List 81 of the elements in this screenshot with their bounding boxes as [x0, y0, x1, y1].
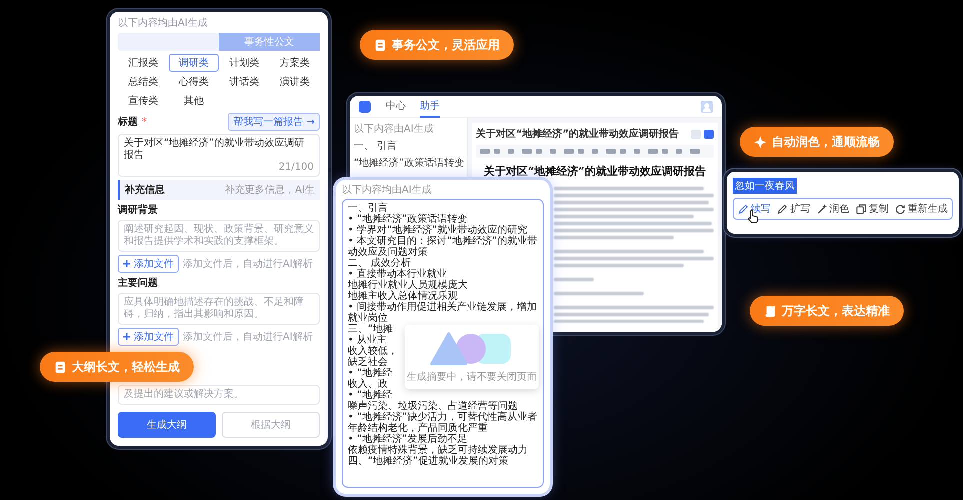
loading-message: 生成摘要中，请不要关闭页面 — [407, 370, 537, 384]
add-file-hint: 添加文件后，自动进行AI解析 — [183, 330, 313, 344]
ai-notice: 以下内容均由AI生成 — [342, 184, 433, 197]
ai-notice: 以下内容均由AI生成 — [118, 16, 209, 30]
outline-line: • 本文研究目的：探讨“地摊经济”的就业带动效应及问题对策 — [348, 236, 538, 258]
action-button[interactable]: 续写 — [737, 202, 772, 216]
category-option[interactable]: 演讲类 — [270, 73, 320, 91]
outline-line: 一、引言 — [348, 203, 388, 214]
outline-line: • “地摊经济”发展后劲不足 — [348, 434, 468, 445]
title-text: 关于对区“地摊经济”的就业带动效应调研报告 — [124, 138, 306, 162]
sparkle-icon — [754, 136, 767, 148]
outline-line: • 从业主 — [348, 335, 388, 346]
category-option[interactable]: 方案类 — [270, 54, 320, 72]
outline-line: • “地摊经济”缺少活力，可替代性高从业者年龄结构老化，产品同质化严重 — [348, 412, 538, 434]
outline-item[interactable]: 一、 引言 — [354, 139, 463, 153]
category-option[interactable]: 其他 — [168, 92, 219, 110]
add-file-hint: 添加文件后，自动进行AI解析 — [183, 258, 313, 271]
refresh-icon — [895, 204, 906, 214]
outline-line: 噪声污染、垃圾污染、占道经营等问题 — [348, 401, 518, 412]
outline-line: 三、“地摊 — [348, 324, 394, 335]
category-option[interactable]: 宣传类 — [118, 92, 168, 110]
document-title: 关于对区“地摊经济”的就业带动效应调研报告 — [484, 164, 706, 179]
pencil-icon — [777, 204, 788, 214]
outline-line: 收入、政 — [348, 379, 388, 390]
outline-line: 地摊行业就业人员规模庞大 — [348, 280, 468, 291]
outline-line: 地摊主收入总体情况乐观 — [348, 291, 458, 302]
character-count: 21/100 — [278, 162, 314, 173]
ai-notice: 以下内容由AI生成 — [354, 122, 435, 136]
add-file-button[interactable]: 添加文件 — [118, 255, 179, 273]
section-title: 补充信息 — [125, 183, 165, 197]
selected-text: 忽如一夜春风 — [733, 178, 797, 194]
badge-text: 事务公文，灵活应用 — [392, 36, 500, 54]
action-button[interactable]: 润色 — [816, 202, 850, 216]
action-button[interactable]: 复制 — [854, 202, 890, 216]
outline-line: • 间接带动作用促进相关产业链发展，增加就业岗位 — [348, 302, 538, 324]
scroll-icon — [764, 304, 777, 318]
outline-line: • “地摊经 — [348, 368, 392, 379]
action-button[interactable]: 扩写 — [776, 202, 812, 216]
action-button[interactable]: 重新生成 — [894, 202, 949, 216]
outline-line: 依赖疫情特殊背景，缺乏可持续发展动力 — [348, 445, 528, 456]
section-hint: 补充更多信息，AI生 — [225, 184, 315, 197]
category-option[interactable]: 心得类 — [168, 73, 219, 91]
badge-text: 自动润色，通顺流畅 — [772, 134, 880, 150]
outline-line: 收入较低， — [348, 346, 398, 357]
document-icon — [374, 38, 387, 52]
field-label: 主要问题 — [118, 276, 159, 290]
category-option[interactable]: 总结类 — [118, 73, 168, 91]
outline-item[interactable]: “地摊经济”政策话语转变 — [354, 156, 463, 170]
outline-line: 缺乏社会 — [348, 357, 388, 368]
outline-line: 二、 成效分析 — [348, 258, 412, 269]
document-icon — [54, 360, 67, 374]
outline-line: 四、“地摊经济”促进就业发展的对策 — [348, 456, 508, 467]
document-name: 关于对区“地摊经济”的就业带动效应调研报告 — [476, 127, 680, 141]
required-mark: * — [142, 116, 147, 128]
copy-icon — [856, 204, 867, 214]
magic-wand-icon — [816, 204, 828, 214]
field-label: 调研背景 — [118, 204, 159, 217]
plus-icon — [123, 260, 131, 268]
outline-line: • 学界对“地摊经济”就业带动效应的研究 — [348, 225, 528, 236]
outline-line: • 直接带动本行业就业 — [348, 269, 448, 280]
badge-text: 万字长文，表达精准 — [782, 302, 890, 320]
placeholder-text: 阐述研究起因、现状、政策背景、研究意义和报告提供学术和实践的支撑框架。 — [124, 224, 314, 248]
write-report-button[interactable]: 帮我写一篇报告 → — [228, 113, 320, 131]
add-file-button[interactable]: 添加文件 — [118, 328, 179, 346]
placeholder-text: 应具体明确地描述存在的挑战、不足和障碍，归纳，指出其影响和原因。 — [124, 297, 305, 321]
badge-text: 大纲长文，轻松生成 — [72, 358, 180, 376]
generate-outline-button[interactable]: 生成大纲 — [118, 412, 216, 438]
title-field[interactable]: 关于对区“地摊经济”的就业带动效应调研报告 21/100 — [118, 134, 320, 177]
category-option[interactable]: 讲话类 — [219, 73, 270, 91]
category-option[interactable]: 计划类 — [219, 54, 270, 72]
outline-line: • “地摊经济”政策话语转变 — [348, 214, 468, 225]
category-option[interactable]: 汇报类 — [118, 54, 168, 72]
app-logo-icon — [358, 100, 372, 114]
category-option[interactable]: 调研类 — [168, 54, 219, 72]
outline-line: • “地摊经 — [348, 390, 392, 401]
placeholder-text: 及提出的建议或解决方案。 — [124, 389, 245, 401]
user-avatar-icon — [700, 100, 714, 114]
plus-icon — [123, 333, 131, 341]
field-label: 标题 — [118, 116, 138, 129]
nav-tab[interactable]: 中心 — [386, 96, 406, 118]
pencil-icon — [738, 204, 749, 214]
